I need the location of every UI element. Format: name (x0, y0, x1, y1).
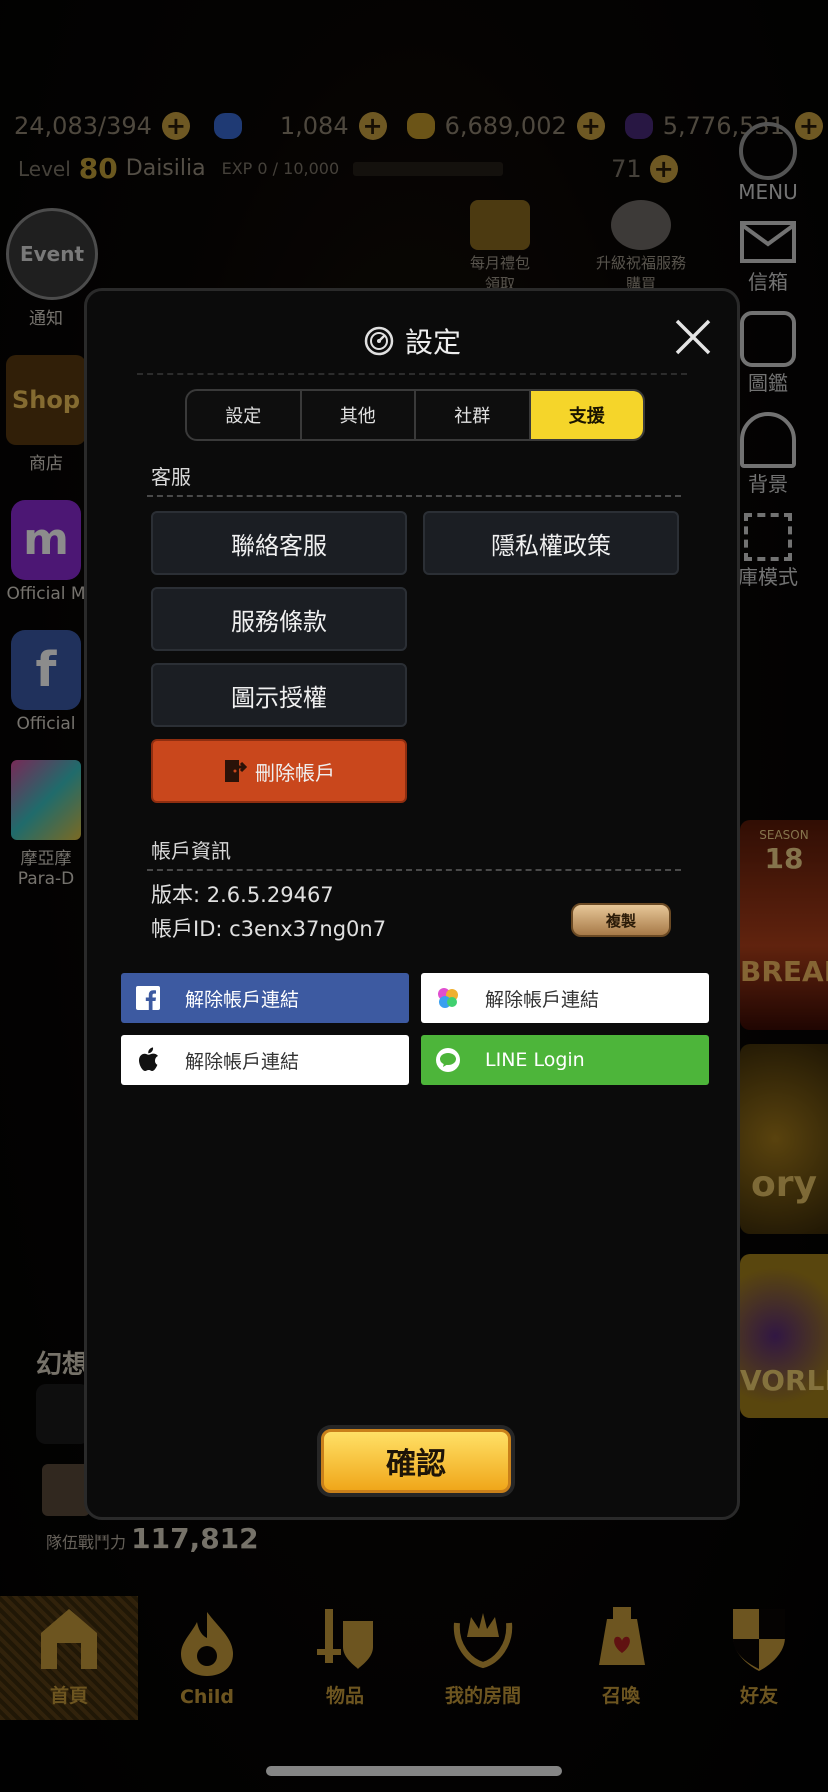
header-divider (137, 373, 687, 375)
apple-icon (135, 1047, 161, 1073)
privacy-policy-button[interactable]: 隱私權政策 (423, 511, 679, 575)
settings-modal: 設定 設定 其他 社群 支援 客服 聯絡客服 隱私權政策 服務條款 圖示授權 刪… (84, 288, 740, 1520)
exit-door-icon (225, 760, 247, 782)
delete-account-button[interactable]: 刪除帳戶 (151, 739, 407, 803)
tab-community[interactable]: 社群 (416, 391, 531, 439)
close-icon[interactable] (671, 315, 715, 359)
tab-settings[interactable]: 設定 (187, 391, 302, 439)
version-text: 版本: 2.6.5.29467 (151, 883, 334, 907)
modal-header: 設定 (87, 321, 737, 361)
delete-account-label: 刪除帳戶 (255, 760, 335, 785)
facebook-unlink-label: 解除帳戶連結 (185, 988, 300, 1011)
apple-unlink-button[interactable]: 解除帳戶連結 (121, 1035, 409, 1085)
tab-other[interactable]: 其他 (302, 391, 416, 439)
copy-button[interactable]: 複製 (571, 903, 671, 937)
facebook-unlink-button[interactable]: 解除帳戶連結 (121, 973, 409, 1023)
facebook-icon (135, 985, 161, 1011)
confirm-label: 確認 (321, 1429, 511, 1493)
game-center-icon (435, 985, 461, 1011)
support-section-title: 客服 (151, 465, 191, 489)
account-section-divider (147, 869, 681, 871)
game-center-unlink-button[interactable]: 解除帳戶連結 (421, 973, 709, 1023)
line-icon (435, 1047, 461, 1073)
contact-support-button[interactable]: 聯絡客服 (151, 511, 407, 575)
terms-of-service-button[interactable]: 服務條款 (151, 587, 407, 651)
apple-unlink-label: 解除帳戶連結 (185, 1050, 300, 1073)
modal-title: 設定 (404, 326, 461, 359)
tab-support[interactable]: 支援 (530, 391, 643, 439)
game-center-unlink-label: 解除帳戶連結 (485, 988, 600, 1011)
support-section-divider (147, 495, 681, 497)
account-id-text: 帳戶ID: c3enx37ng0n7 (151, 917, 387, 941)
settings-tabs: 設定 其他 社群 支援 (185, 389, 645, 441)
gear-icon (364, 326, 394, 356)
confirm-button[interactable]: 確認 (317, 1425, 515, 1497)
account-section-title: 帳戶資訊 (151, 839, 231, 863)
line-login-label: LINE Login (485, 1049, 585, 1071)
line-login-button[interactable]: LINE Login (421, 1035, 709, 1085)
icon-license-button[interactable]: 圖示授權 (151, 663, 407, 727)
